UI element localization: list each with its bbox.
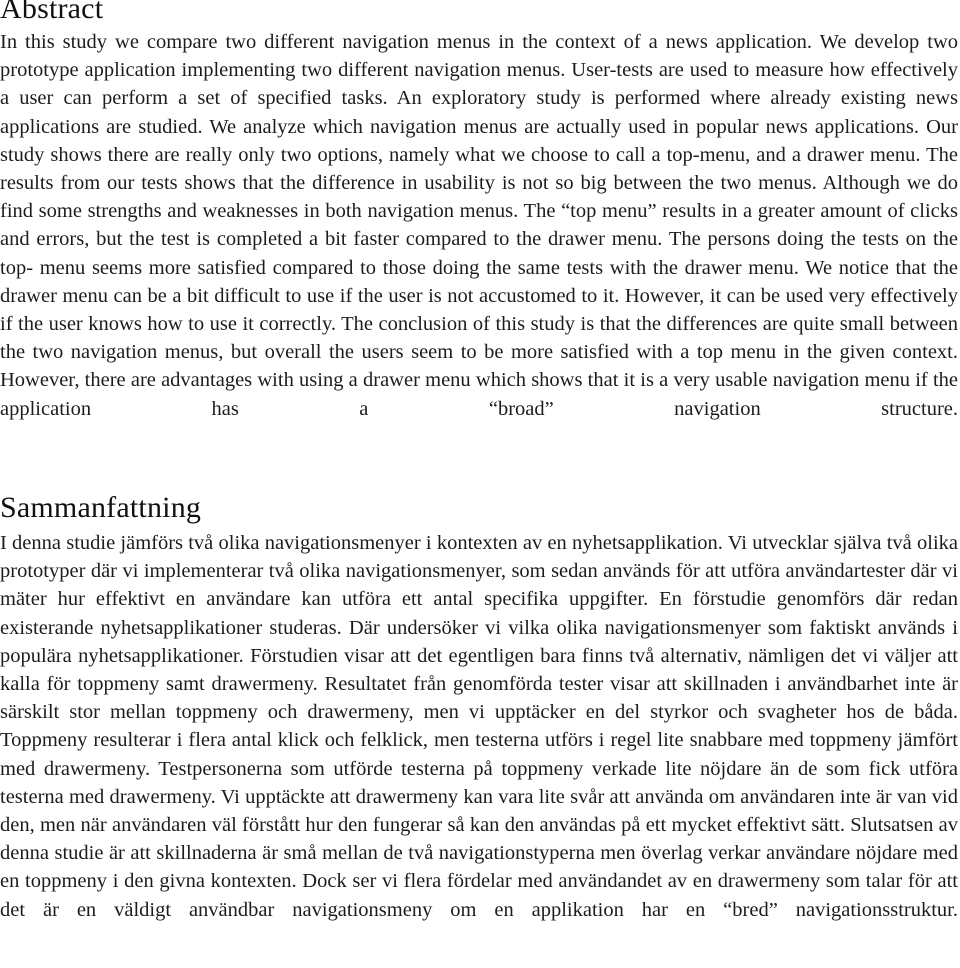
- abstract-paragraph: In this study we compare two different n…: [0, 31, 958, 420]
- sammanfattning-paragraph: I denna studie jämförs två olika navigat…: [0, 532, 958, 921]
- sammanfattning-heading: Sammanfattning: [0, 491, 202, 524]
- abstract-heading: Abstract: [0, 0, 104, 25]
- document-page: Abstract In this study we compare two di…: [0, 0, 960, 968]
